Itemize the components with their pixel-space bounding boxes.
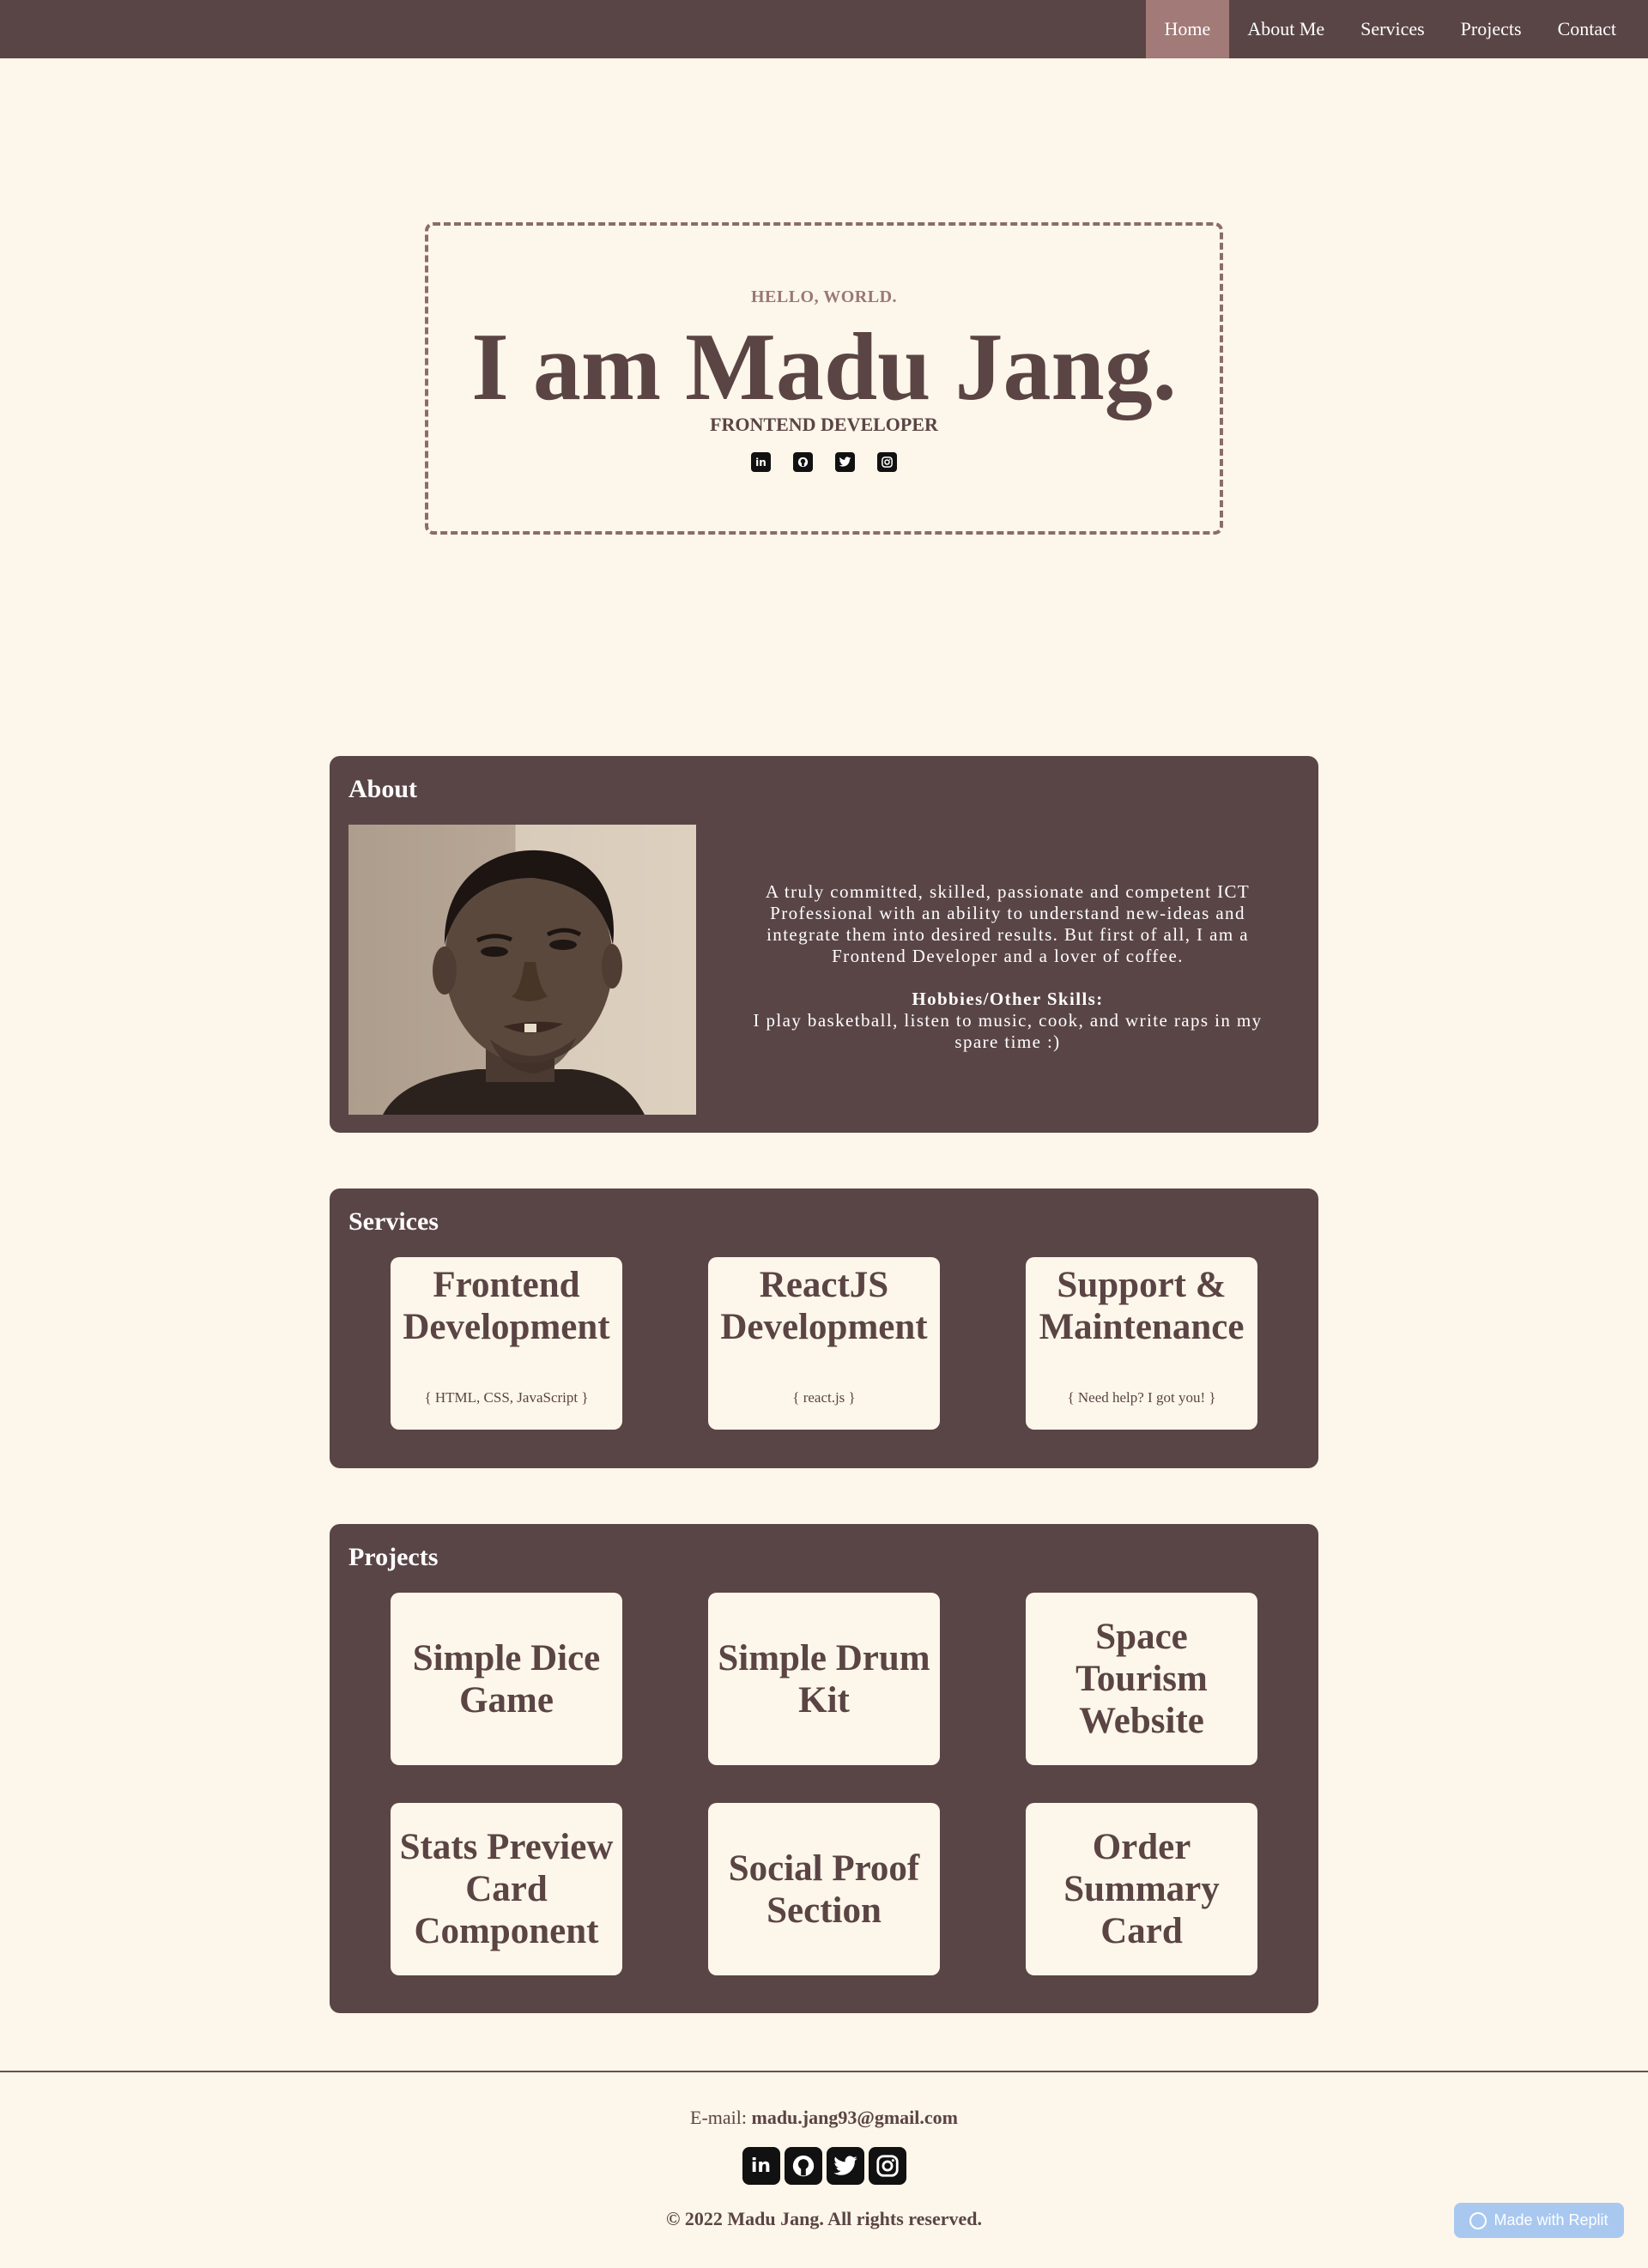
footer-email-link[interactable]: madu.jang93@gmail.com	[752, 2107, 958, 2128]
hero-name: I am Madu Jang.	[471, 314, 1177, 420]
hero-social-links: in	[428, 452, 1220, 472]
project-card-drum-kit[interactable]: Simple Drum Kit	[708, 1593, 940, 1765]
project-card-title: Social Proof Section	[728, 1848, 920, 1931]
projects-section: Projects Simple Dice Game Simple Drum Ki…	[330, 1524, 1318, 2013]
project-card-title: Order Summary Card	[1063, 1827, 1220, 1951]
linkedin-icon[interactable]: in	[751, 452, 771, 472]
nav-contact-link[interactable]: Contact	[1540, 0, 1634, 58]
service-card-support[interactable]: Support & Maintenance { Need help? I got…	[1026, 1257, 1257, 1430]
service-card-subtitle: { react.js }	[792, 1389, 856, 1406]
project-card-stats-preview[interactable]: Stats Preview Card Component	[391, 1803, 622, 1975]
project-card-order-summary[interactable]: Order Summary Card	[1026, 1803, 1257, 1975]
project-card-title: Space Tourism Website	[1075, 1617, 1208, 1741]
twitter-icon[interactable]	[826, 2147, 864, 2185]
top-nav: Home About Me Services Projects Contact	[0, 0, 1648, 58]
service-card-title: Support & Maintenance	[1039, 1265, 1245, 1347]
linkedin-icon[interactable]: in	[742, 2147, 780, 2185]
about-text: A truly committed, skilled, passionate a…	[733, 881, 1282, 1053]
github-icon[interactable]	[793, 452, 813, 472]
project-card-social-proof[interactable]: Social Proof Section	[708, 1803, 940, 1975]
replit-badge[interactable]: Made with Replit	[1454, 2203, 1624, 2238]
hero-role: FRONTEND DEVELOPER	[710, 414, 938, 435]
service-card-reactjs[interactable]: ReactJS Development { react.js }	[708, 1257, 940, 1430]
service-card-subtitle: { Need help? I got you! }	[1067, 1389, 1216, 1406]
nav-about-link[interactable]: About Me	[1229, 0, 1342, 58]
project-card-dice-game[interactable]: Simple Dice Game	[391, 1593, 622, 1765]
nav-home-link[interactable]: Home	[1145, 0, 1230, 58]
hero-box: HELLO, WORLD. I am Madu Jang. FRONTEND D…	[425, 222, 1223, 535]
instagram-icon[interactable]	[877, 452, 897, 472]
footer-copyright: © 2022 Madu Jang. All rights reserved.	[665, 2208, 983, 2229]
service-card-subtitle: { HTML, CSS, JavaScript }	[424, 1389, 589, 1406]
nav-services-link[interactable]: Services	[1342, 0, 1443, 58]
replit-badge-label: Made with Replit	[1494, 2211, 1609, 2229]
projects-title: Projects	[348, 1543, 439, 1571]
hobbies-heading: Hobbies/Other Skills:	[912, 989, 1104, 1009]
instagram-icon[interactable]	[868, 2147, 906, 2185]
about-section: About A truly committed, skilled, passio…	[330, 756, 1318, 1133]
project-card-title: Simple Drum Kit	[718, 1637, 930, 1721]
service-card-frontend[interactable]: Frontend Development { HTML, CSS, JavaSc…	[391, 1257, 622, 1430]
project-card-space-tourism[interactable]: Space Tourism Website	[1026, 1593, 1257, 1765]
footer-email-label: E-mail:	[690, 2107, 752, 2128]
footer-email-line: E-mail: madu.jang93@gmail.com	[0, 2107, 1648, 2129]
hero-greeting: HELLO, WORLD.	[750, 287, 898, 306]
about-bio: A truly committed, skilled, passionate a…	[765, 881, 1251, 966]
twitter-icon[interactable]	[835, 452, 855, 472]
replit-icon	[1469, 2211, 1487, 2229]
profile-photo	[348, 825, 696, 1115]
nav-projects-link[interactable]: Projects	[1443, 0, 1540, 58]
footer-divider	[0, 2071, 1648, 2072]
services-section: Services Frontend Development { HTML, CS…	[330, 1188, 1318, 1468]
project-card-title: Stats Preview Card Component	[399, 1827, 614, 1951]
hobbies-text: I play basketball, listen to music, cook…	[753, 1010, 1263, 1052]
service-card-title: Frontend Development	[403, 1265, 610, 1347]
service-card-title: ReactJS Development	[720, 1265, 928, 1347]
services-title: Services	[348, 1207, 439, 1236]
project-card-title: Simple Dice Game	[412, 1637, 601, 1721]
github-icon[interactable]	[784, 2147, 822, 2185]
footer-social-links: in	[0, 2147, 1648, 2185]
about-title: About	[348, 775, 418, 803]
